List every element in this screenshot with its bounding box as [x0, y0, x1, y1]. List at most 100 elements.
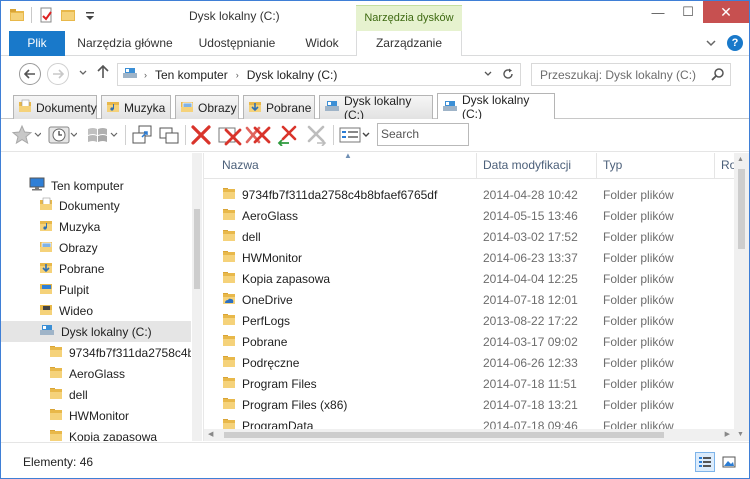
scroll-down-icon[interactable]: ▼: [737, 431, 744, 438]
toolbar-search-input[interactable]: Search: [377, 123, 469, 146]
table-row[interactable]: Program Files 2014-07-18 11:51 Folder plik…: [204, 373, 734, 394]
large-icons-view-button[interactable]: [719, 452, 739, 472]
customize-qat-icon[interactable]: [82, 7, 98, 23]
search-icon[interactable]: [711, 67, 725, 84]
details-view-button[interactable]: [695, 452, 715, 472]
nav-scroll-thumb[interactable]: [194, 209, 200, 289]
copy-to-button[interactable]: [157, 123, 181, 147]
folder-tab-music[interactable]: Muzyka: [101, 95, 171, 119]
new-folder-icon[interactable]: [60, 7, 76, 23]
nav-item-label: Ten komputer: [51, 178, 124, 193]
undo-close-button[interactable]: [275, 123, 301, 147]
breadcrumb-chevron-icon[interactable]: ›: [144, 70, 147, 80]
minimize-button[interactable]: —: [643, 1, 673, 23]
file-type: Folder plików: [603, 229, 674, 244]
table-row[interactable]: Podręczne 2014-06-26 12:33 Folder plików: [204, 352, 734, 373]
nav-item-music[interactable]: Muzyka: [1, 216, 191, 237]
nav-item-this-pc[interactable]: Ten komputer: [1, 175, 191, 196]
tab-view[interactable]: Widok: [293, 31, 351, 56]
nav-item-desktop[interactable]: Pulpit: [1, 279, 191, 300]
file-name-cell: Kopia zapasowa: [222, 270, 330, 287]
table-row[interactable]: OneDrive 2014-07-18 12:01 Folder plików: [204, 289, 734, 310]
file-type: Folder plików: [603, 376, 674, 391]
expand-ribbon-icon[interactable]: [703, 35, 719, 51]
table-row[interactable]: Kopia zapasowa 2014-04-04 12:25 Folder pli…: [204, 268, 734, 289]
up-button[interactable]: [97, 64, 109, 82]
folder-tab-pictures[interactable]: Obrazy: [175, 95, 239, 119]
table-row[interactable]: 9734fb7f311da2758c4b8bfaef6765df 2014-04-…: [204, 184, 734, 205]
close-disabled-button[interactable]: [303, 123, 329, 147]
nav-scrollbar[interactable]: [192, 153, 202, 441]
table-row[interactable]: AeroGlass 2014-05-15 13:46 Folder plików: [204, 205, 734, 226]
nav-item-drive-c[interactable]: Dysk lokalny (C:): [1, 321, 191, 342]
breadcrumb-this-pc[interactable]: Ten komputer: [155, 68, 228, 82]
forward-button[interactable]: [47, 63, 69, 85]
scroll-right-icon[interactable]: ▶: [725, 430, 730, 438]
table-row[interactable]: PerfLogs 2013-08-22 17:22 Folder plików: [204, 310, 734, 331]
tab-file[interactable]: Plik: [9, 31, 65, 56]
column-header-size[interactable]: Rozmiar: [715, 153, 734, 179]
refresh-icon[interactable]: [502, 68, 514, 83]
address-bar[interactable]: › Ten komputer › Dysk lokalny (C:): [117, 63, 521, 86]
file-name: Program Files: [242, 376, 317, 391]
quick-access-toolbar: [9, 7, 98, 23]
folder-tab-drive-c-active[interactable]: Dysk lokalny (C:): [437, 93, 555, 121]
table-row[interactable]: HWMonitor 2014-06-23 13:37 Folder plików: [204, 247, 734, 268]
windows-button[interactable]: [85, 123, 119, 147]
nav-item-documents[interactable]: Dokumenty: [1, 195, 191, 216]
list-vscroll-thumb[interactable]: [738, 169, 745, 249]
column-header-type[interactable]: Typ: [597, 153, 715, 179]
file-name: PerfLogs: [242, 313, 291, 328]
folder-tab-downloads[interactable]: Pobrane: [243, 95, 315, 119]
recent-locations-icon[interactable]: [79, 68, 87, 78]
folder-tab-drive-c[interactable]: Dysk lokalny (C:): [319, 94, 433, 122]
nav-item-video[interactable]: Wideo: [1, 300, 191, 321]
list-horizontal-scrollbar[interactable]: ◀ ▶: [204, 429, 734, 441]
tab-home[interactable]: Narzędzia główne: [69, 31, 181, 56]
nav-item-label: Obrazy: [59, 240, 98, 255]
history-button[interactable]: [47, 123, 77, 147]
scroll-left-icon[interactable]: ◀: [208, 430, 213, 438]
nav-item-folder[interactable]: 9734fb7f311da2758c4b8bfaef6765df: [1, 342, 191, 363]
nav-item-pictures[interactable]: Obrazy: [1, 237, 191, 258]
tab-share[interactable]: Udostępnianie: [187, 31, 287, 56]
breadcrumb-drive-c[interactable]: Dysk lokalny (C:): [247, 68, 338, 82]
title-bar: Dysk lokalny (C:) Narzędzia dysków — ☐ ✕: [1, 1, 749, 31]
file-list: ▲ Nazwa Data modyfikacji Typ Rozmiar 973…: [204, 153, 734, 441]
move-to-button[interactable]: [131, 123, 155, 147]
folder-tab-documents[interactable]: Dokumenty: [13, 95, 97, 119]
close-tab-button[interactable]: [189, 123, 213, 147]
downloads-folder-icon: [39, 260, 53, 277]
back-button[interactable]: [19, 63, 41, 85]
help-icon[interactable]: ?: [727, 35, 743, 51]
search-input[interactable]: Przeszukaj: Dysk lokalny (C:): [531, 63, 731, 86]
properties-icon[interactable]: [38, 7, 54, 23]
table-row[interactable]: dell 2014-03-02 17:52 Folder plików: [204, 226, 734, 247]
nav-item-folder[interactable]: HWMonitor: [1, 405, 191, 426]
drive-icon: [324, 99, 340, 116]
favorites-button[interactable]: [11, 123, 41, 147]
list-vertical-scrollbar[interactable]: ▲ ▼: [734, 153, 749, 441]
view-options-button[interactable]: [339, 123, 371, 147]
folder-icon: [49, 386, 63, 403]
column-header-date[interactable]: Data modyfikacji: [477, 153, 597, 179]
nav-item-folder[interactable]: Kopia zapasowa: [1, 426, 191, 441]
tab-manage[interactable]: Zarządzanie: [356, 31, 462, 56]
list-hscroll-thumb[interactable]: [224, 432, 664, 438]
close-other-tabs-button[interactable]: [217, 123, 243, 147]
maximize-button[interactable]: ☐: [673, 1, 703, 23]
breadcrumb-chevron-icon[interactable]: ›: [236, 70, 239, 80]
address-history-icon[interactable]: [484, 69, 492, 79]
table-row[interactable]: Program Files (x86) 2014-07-18 13:21 Folde…: [204, 394, 734, 415]
close-all-tabs-button[interactable]: [245, 123, 271, 147]
drive-icon: [122, 66, 138, 83]
close-button[interactable]: ✕: [703, 1, 749, 23]
nav-item-folder[interactable]: dell: [1, 384, 191, 405]
column-header-name[interactable]: Nazwa: [216, 153, 477, 179]
scroll-up-icon[interactable]: ▲: [737, 156, 744, 163]
nav-item-downloads[interactable]: Pobrane: [1, 258, 191, 279]
table-row[interactable]: Pobrane 2014-03-17 09:02 Folder plików: [204, 331, 734, 352]
file-name-cell: 9734fb7f311da2758c4b8bfaef6765df: [222, 186, 437, 203]
nav-item-folder[interactable]: AeroGlass: [1, 363, 191, 384]
app-folder-icon[interactable]: [9, 7, 25, 23]
